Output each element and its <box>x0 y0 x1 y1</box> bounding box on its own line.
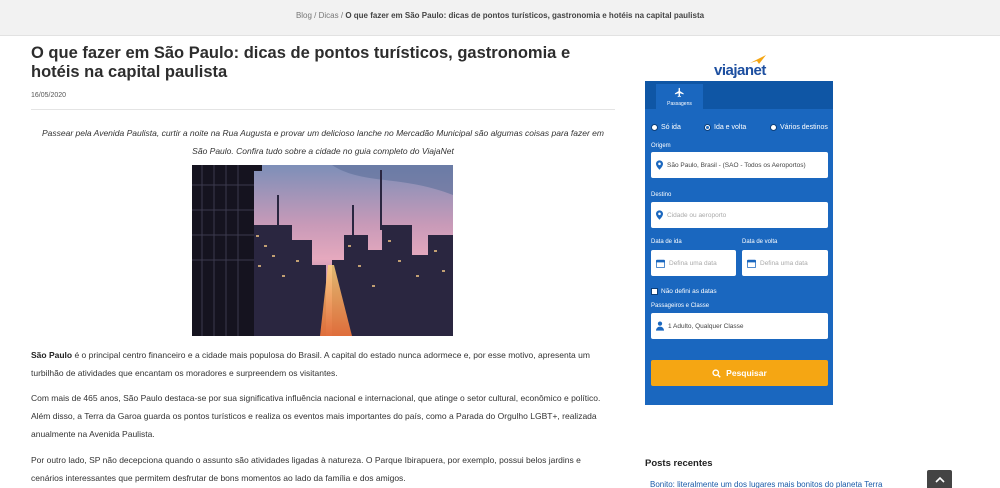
tab-label: Passagens <box>667 101 692 107</box>
return-date-placeholder: Defina uma data <box>760 259 808 267</box>
search-button-label: Pesquisar <box>726 368 767 378</box>
widget-tab-bar: Passagens <box>645 81 833 109</box>
calendar-icon <box>747 259 756 268</box>
depart-date-field[interactable]: Defina uma data <box>651 250 736 276</box>
destination-field[interactable]: Cidade ou aeroporto <box>651 202 828 228</box>
depart-date-label: Data de ida <box>651 239 682 245</box>
breadcrumb-blog-link[interactable]: Blog <box>296 11 312 20</box>
radio-dot <box>770 124 777 131</box>
scroll-to-top-button[interactable] <box>927 470 952 488</box>
destination-placeholder: Cidade ou aeroporto <box>667 211 727 219</box>
radio-dot-selected <box>704 124 711 131</box>
recent-post-link[interactable]: Bonito: literalmente um dos lugares mais… <box>650 480 890 488</box>
depart-date-placeholder: Defina uma data <box>669 259 717 267</box>
plane-logo-icon <box>750 55 766 64</box>
search-button[interactable]: Pesquisar <box>651 360 828 386</box>
post-date: 16/05/2020 <box>31 92 615 110</box>
paragraph-text: é o principal centro financeiro e a cida… <box>31 350 590 378</box>
airplane-icon <box>674 87 684 98</box>
chevron-up-icon <box>934 476 945 483</box>
article-header: O que fazer em São Paulo: dicas de ponto… <box>31 44 615 160</box>
breadcrumb-dicas-link[interactable]: Dicas <box>319 11 339 20</box>
breadcrumb-bar: Blog / Dicas / O que fazer em São Paulo:… <box>0 0 1000 36</box>
recent-posts-heading: Posts recentes <box>645 458 713 469</box>
no-dates-label: Não defini as datas <box>661 288 717 295</box>
trip-type-options: Só ida Ida e volta Vários destinos <box>651 124 831 136</box>
radio-dot <box>651 124 658 131</box>
radio-ida-e-volta[interactable]: Ida e volta <box>704 124 746 131</box>
radio-varios-destinos[interactable]: Vários destinos <box>770 124 828 131</box>
origin-value: São Paulo, Brasil - (SAO - Todos os Aero… <box>667 161 806 169</box>
article-paragraph: Com mais de 465 anos, São Paulo destaca-… <box>31 393 601 439</box>
city-name: São Paulo <box>31 350 73 360</box>
radio-label: Vários destinos <box>780 124 828 131</box>
destination-label: Destino <box>651 192 672 198</box>
passengers-field[interactable]: 1 Adulto, Qualquer Classe <box>651 313 828 339</box>
passengers-label: Passageiros e Classe <box>651 303 710 309</box>
no-dates-option[interactable]: Não defini as datas <box>651 288 717 295</box>
article-paragraph: São Paulo é o principal centro financeir… <box>31 346 615 382</box>
return-date-label: Data de volta <box>742 239 778 245</box>
no-dates-checkbox[interactable] <box>651 288 658 295</box>
article-paragraph: Por outro lado, SP não decepciona quando… <box>31 455 581 483</box>
location-pin-icon <box>656 210 663 220</box>
return-date-field[interactable]: Defina uma data <box>742 250 828 276</box>
person-icon <box>656 321 664 331</box>
sao-paulo-skyline-image <box>192 165 453 336</box>
breadcrumb-separator: / <box>311 11 319 20</box>
radio-so-ida[interactable]: Só ida <box>651 124 681 131</box>
passengers-value: 1 Adulto, Qualquer Classe <box>668 322 744 330</box>
radio-label: Só ida <box>661 124 681 131</box>
search-icon <box>712 368 721 378</box>
radio-label: Ida e volta <box>714 124 747 131</box>
article-intro: Passear pela Avenida Paulista, curtir a … <box>42 128 604 156</box>
origin-label: Origem <box>651 143 671 149</box>
page-title: O que fazer em São Paulo: dicas de ponto… <box>31 44 571 81</box>
origin-field[interactable]: São Paulo, Brasil - (SAO - Todos os Aero… <box>651 152 828 178</box>
breadcrumb: Blog / Dicas / O que fazer em São Paulo:… <box>0 11 1000 20</box>
calendar-icon <box>656 259 665 268</box>
flight-search-widget: Passagens Só ida Ida e volta Vários dest… <box>645 81 833 405</box>
tab-passagens[interactable]: Passagens <box>656 84 703 109</box>
breadcrumb-current: O que fazer em São Paulo: dicas de ponto… <box>345 11 705 20</box>
location-pin-icon <box>656 160 663 170</box>
